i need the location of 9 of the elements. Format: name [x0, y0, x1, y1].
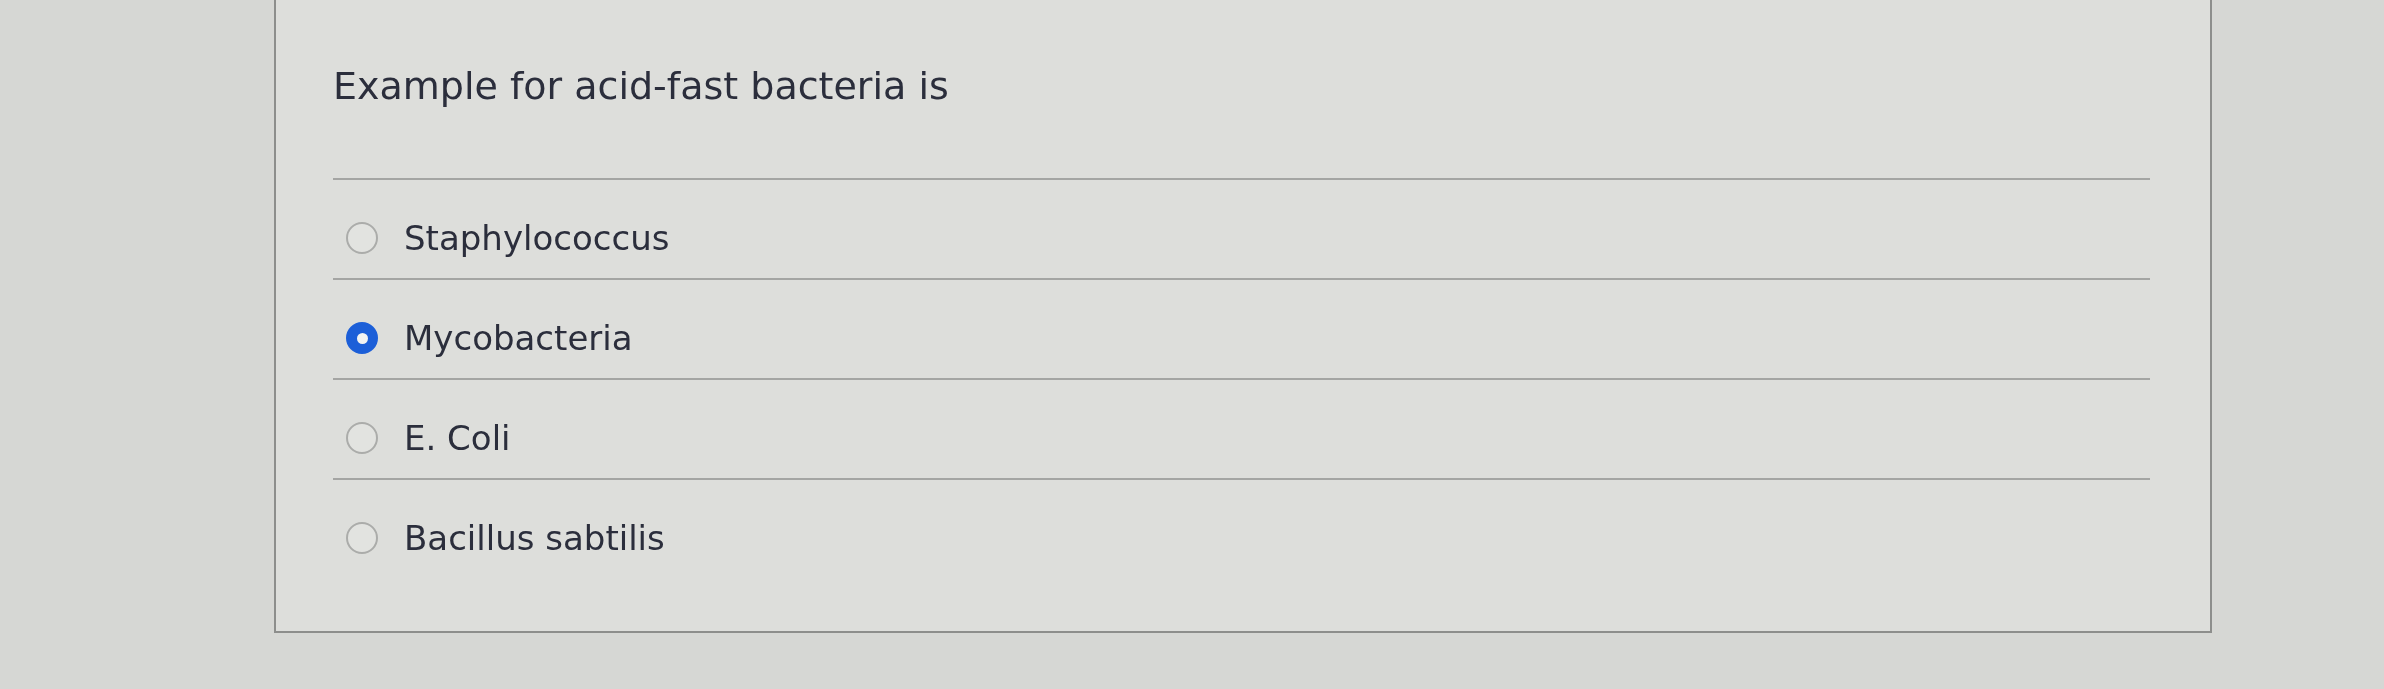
option-label[interactable]: Bacillus sabtilis [404, 517, 665, 559]
option-label[interactable]: Mycobacteria [404, 317, 633, 359]
question-text: Example for acid-fast bacteria is [333, 63, 949, 109]
radio-button[interactable] [346, 522, 378, 554]
option-label[interactable]: E. Coli [404, 417, 511, 459]
radio-button[interactable] [346, 422, 378, 454]
option-label[interactable]: Staphylococcus [404, 217, 670, 259]
radio-button[interactable] [346, 222, 378, 254]
radio-button[interactable] [346, 322, 378, 354]
